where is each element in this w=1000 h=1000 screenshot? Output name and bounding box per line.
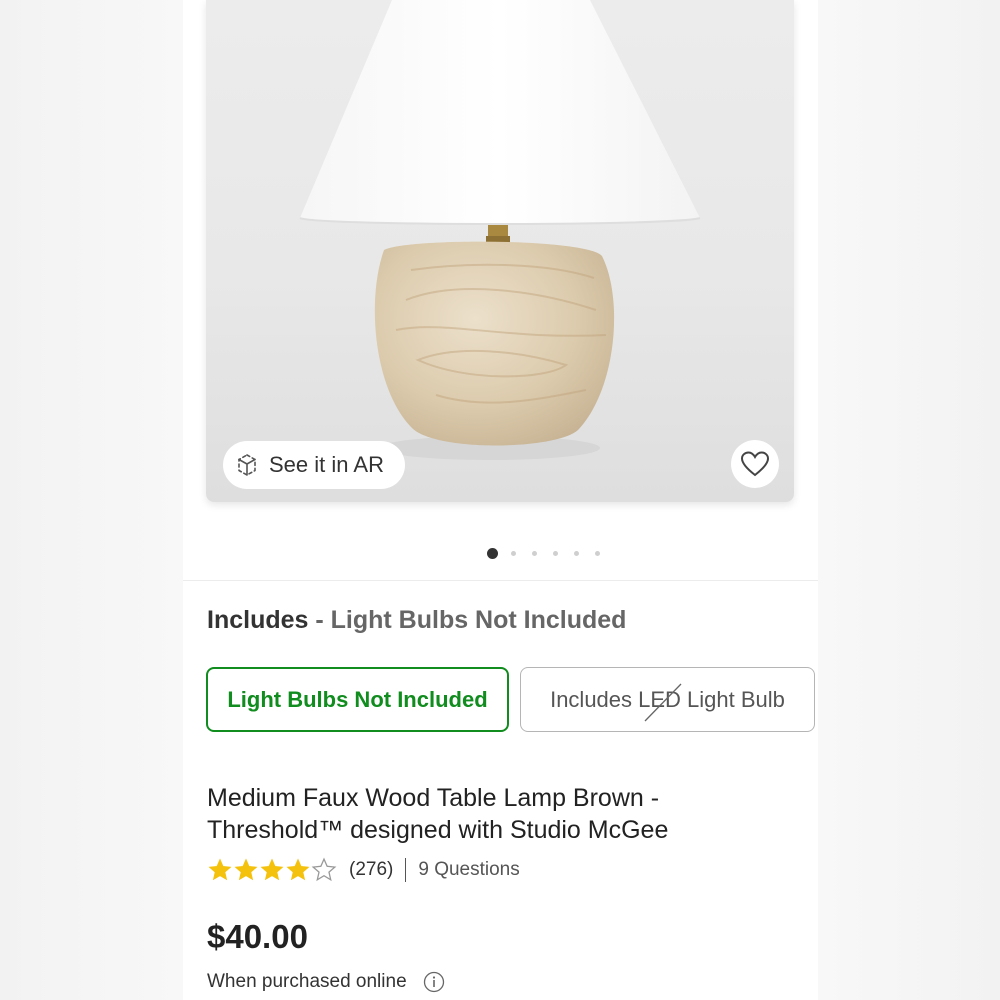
carousel-dot-active[interactable]	[487, 547, 498, 559]
option-label: Includes LED Light Bulb	[550, 686, 785, 712]
see-in-ar-button[interactable]: See it in AR	[223, 441, 405, 489]
product-title-line2: Threshold™ designed with Studio McGee	[207, 816, 669, 844]
star-filled-icon	[260, 858, 284, 881]
variation-separator: -	[308, 606, 331, 634]
rating-row[interactable]: (276) 9 Questions	[207, 855, 520, 885]
product-image-card[interactable]: See it in AR	[206, 0, 794, 502]
variation-selected-value: Light Bulbs Not Included	[330, 606, 627, 634]
carousel-dot[interactable]	[532, 550, 537, 556]
purchase-note: When purchased online	[207, 971, 445, 993]
option-includes-led-light-bulb[interactable]: Includes LED Light Bulb	[520, 667, 815, 732]
star-rating	[207, 857, 337, 883]
purchase-note-label: When purchased online	[207, 971, 407, 992]
carousel-dot[interactable]	[574, 550, 579, 556]
ar-cube-icon	[238, 454, 256, 476]
rating-count[interactable]: (276)	[349, 859, 393, 881]
rating-divider	[405, 858, 407, 882]
variation-group-label: Includes	[207, 606, 309, 634]
carousel-dot[interactable]	[553, 550, 558, 556]
product-title-line1: Medium Faux Wood Table Lamp Brown -	[207, 784, 660, 812]
favorite-button[interactable]	[731, 440, 779, 488]
carousel-dot[interactable]	[511, 550, 516, 556]
background-left	[0, 0, 183, 1000]
star-filled-icon	[234, 858, 258, 881]
star-filled-icon	[286, 858, 310, 881]
image-carousel-dots	[183, 547, 818, 559]
questions-link[interactable]: 9 Questions	[418, 859, 519, 881]
info-icon[interactable]	[423, 971, 445, 993]
option-label: Light Bulbs Not Included	[227, 686, 488, 712]
heart-icon	[740, 451, 770, 477]
product-panel: See it in AR Includes - Light Bulbs Not …	[183, 0, 818, 1000]
star-empty-icon	[311, 857, 337, 882]
see-in-ar-label: See it in AR	[269, 452, 384, 477]
divider	[183, 580, 818, 581]
star-filled-icon	[208, 858, 232, 881]
background-right	[818, 0, 1000, 1000]
variation-heading: Includes - Light Bulbs Not Included	[207, 606, 626, 635]
carousel-dot[interactable]	[595, 550, 600, 556]
product-image	[299, 0, 701, 460]
product-price: $40.00	[207, 918, 308, 955]
option-light-bulbs-not-included[interactable]: Light Bulbs Not Included	[206, 667, 509, 732]
product-title: Medium Faux Wood Table Lamp Brown - Thre…	[207, 782, 767, 846]
